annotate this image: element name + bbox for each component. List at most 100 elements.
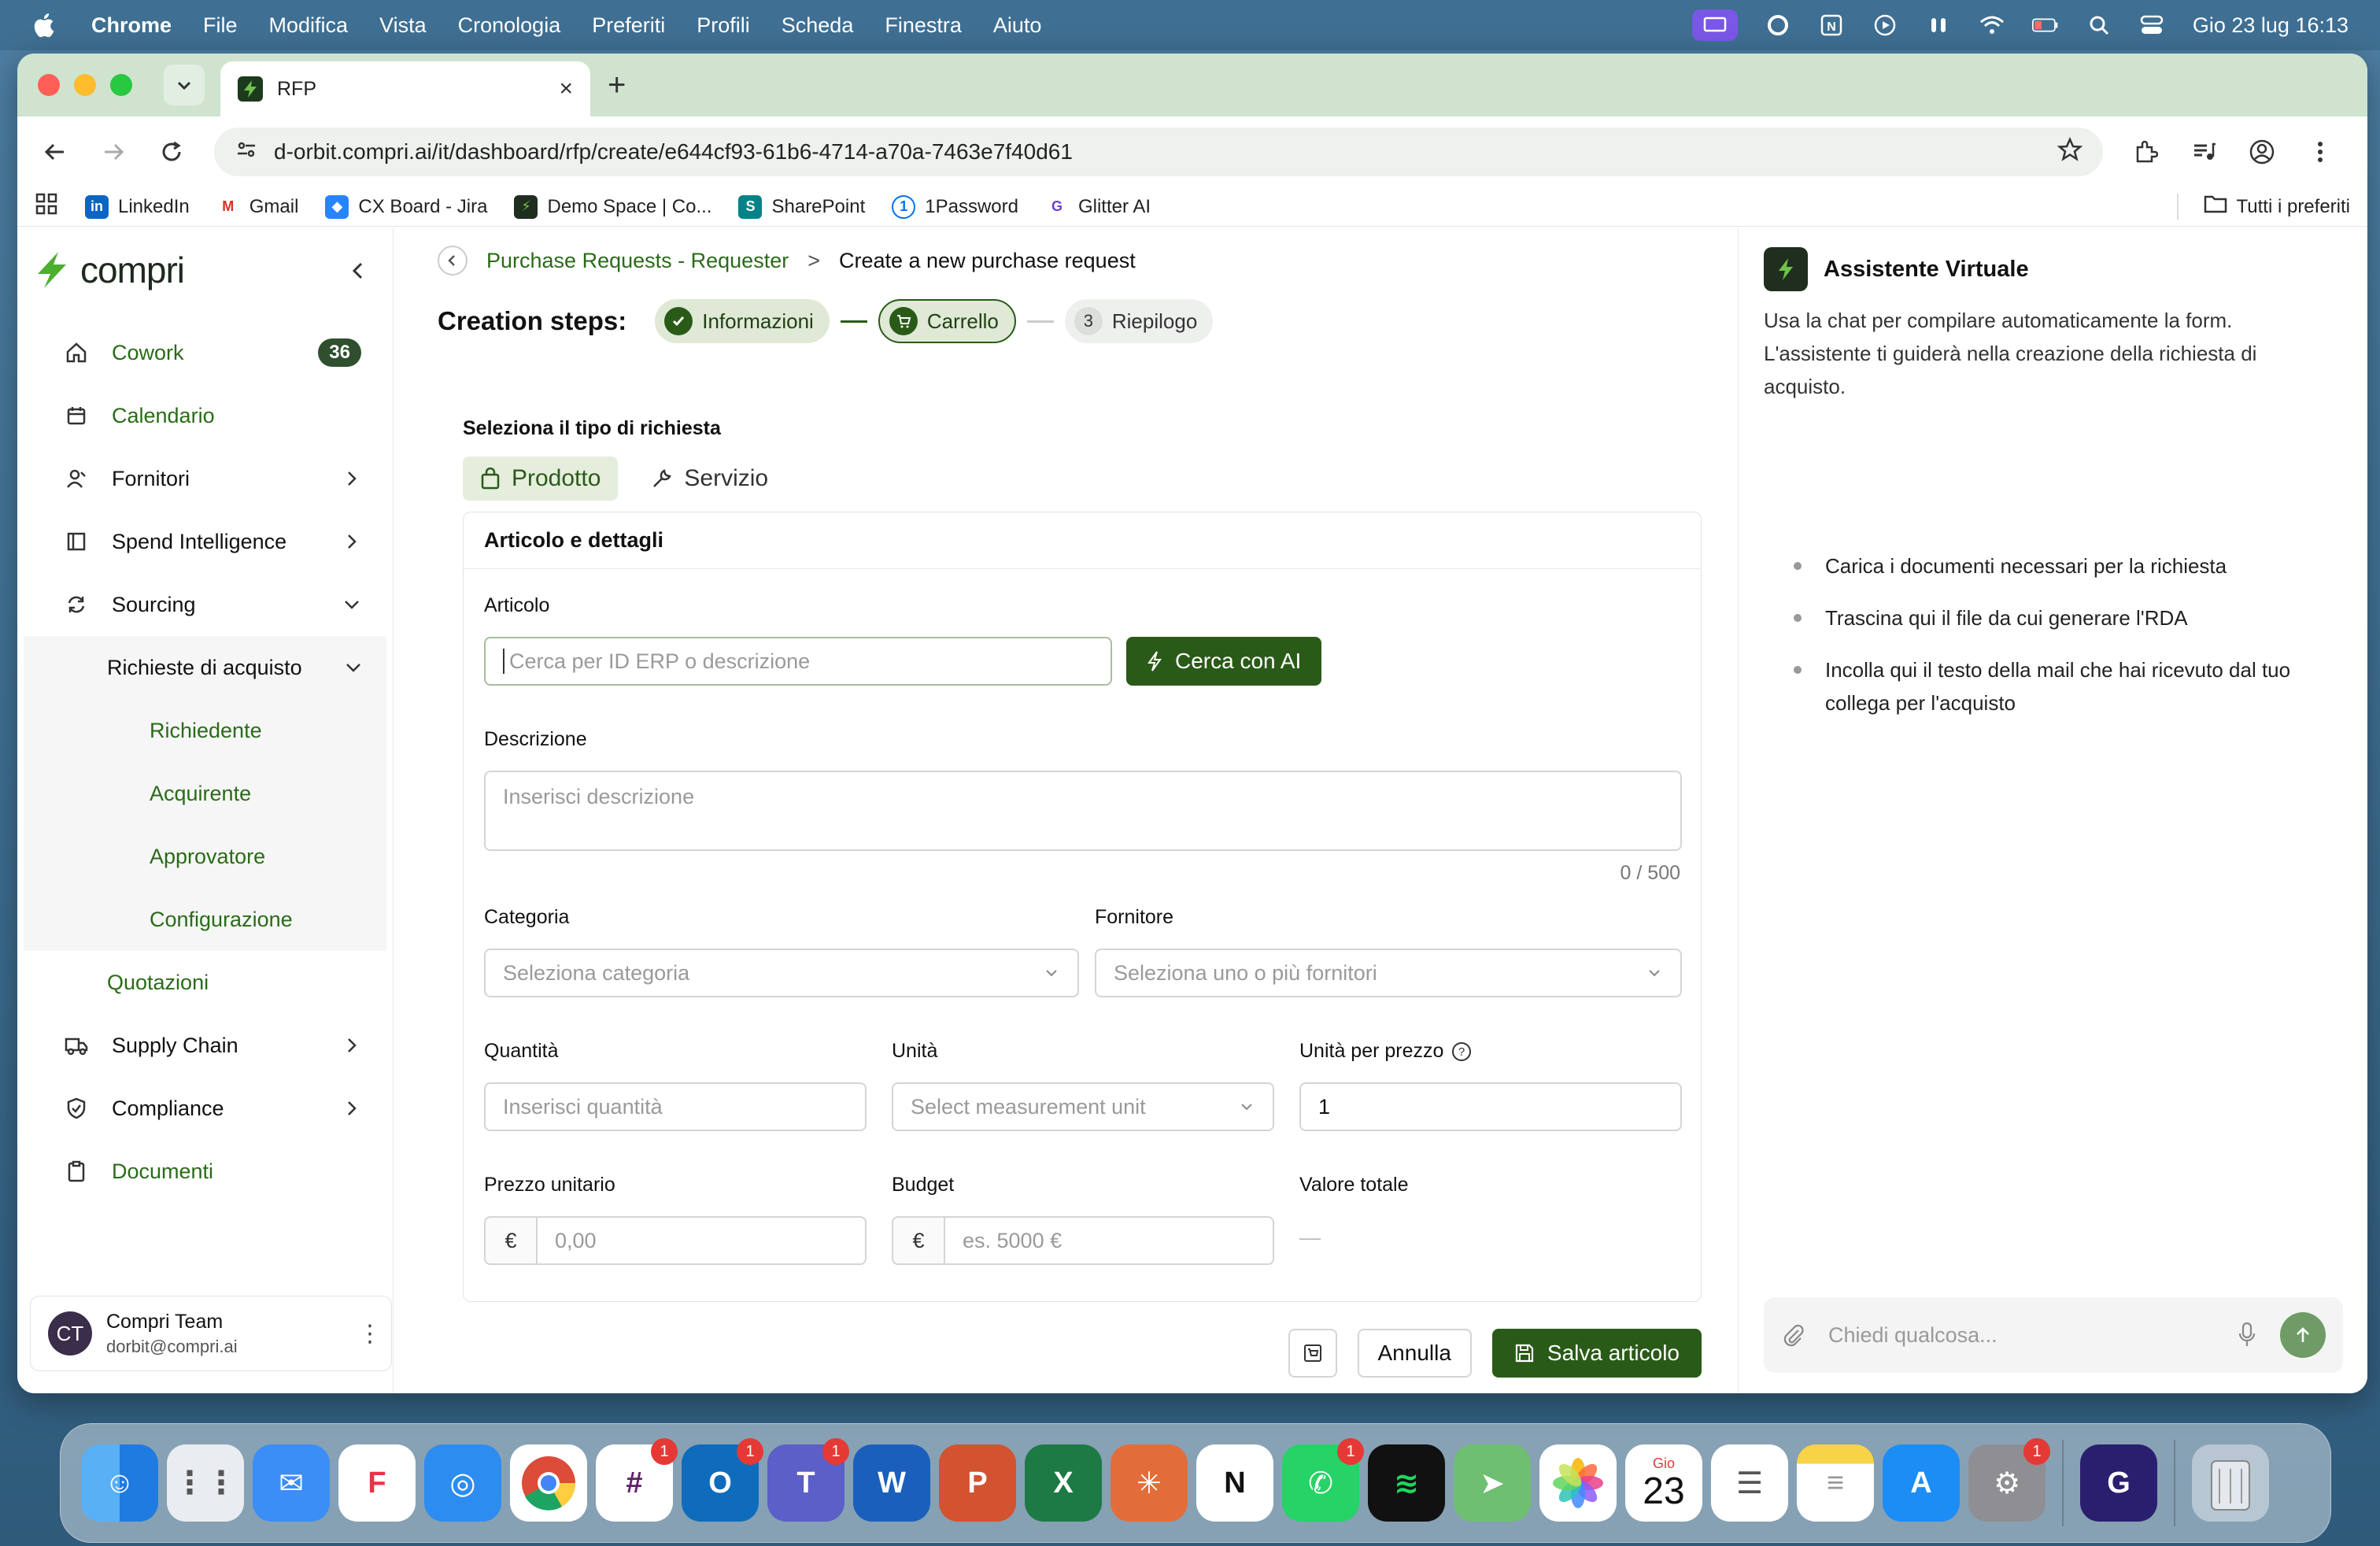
cancel-button[interactable]: Annulla xyxy=(1357,1329,1472,1378)
control-center-icon[interactable] xyxy=(2139,12,2166,39)
chrome-menu-icon[interactable] xyxy=(2304,136,2336,168)
system-settings-icon[interactable]: ⚙ 1 xyxy=(1968,1438,2050,1522)
app-store-icon[interactable]: A xyxy=(1883,1444,1960,1522)
categoria-select[interactable]: Seleziona categoria xyxy=(484,949,1079,997)
slack-icon[interactable]: #1 xyxy=(596,1438,678,1522)
sidebar-item-quotazioni[interactable]: Quotazioni xyxy=(17,951,393,1014)
microphone-icon[interactable] xyxy=(2238,1322,2256,1348)
step-carrello[interactable]: Carrello xyxy=(878,299,1016,343)
quantita-input[interactable]: Inserisci quantità xyxy=(484,1082,867,1131)
address-bar[interactable]: d-orbit.compri.ai/it/dashboard/rfp/creat… xyxy=(214,128,2103,176)
whatsapp-icon[interactable]: ✆ 1 xyxy=(1282,1438,1364,1522)
excel-icon[interactable]: X xyxy=(1025,1444,1102,1522)
tab-servizio[interactable]: Servizio xyxy=(634,457,785,501)
bookmark-linkedin[interactable]: in LinkedIn xyxy=(85,194,190,219)
paperclip-icon[interactable] xyxy=(1781,1322,1805,1348)
teams-icon[interactable]: T1 xyxy=(767,1438,849,1522)
all-bookmarks[interactable]: Tutti i preferiti xyxy=(2176,194,2350,220)
back-circle-icon[interactable] xyxy=(438,246,468,276)
glitter-ai-icon[interactable]: G xyxy=(2080,1444,2157,1522)
user-profile[interactable]: CT Compri Team dorbit@compri.ai ⋮ xyxy=(30,1296,392,1371)
menubar-clock[interactable]: Gio 23 lug 16:13 xyxy=(2193,13,2349,38)
menu-finestra[interactable]: Finestra xyxy=(885,13,962,38)
url-text[interactable]: d-orbit.compri.ai/it/dashboard/rfp/creat… xyxy=(274,139,2042,165)
reminders-icon[interactable]: ☰ xyxy=(1711,1444,1788,1522)
zoom-window-button[interactable] xyxy=(110,74,132,96)
airpods-icon[interactable] xyxy=(1925,12,1952,39)
compri-logo[interactable]: compri xyxy=(17,228,393,312)
sidebar-item-richieste-acquisto[interactable]: Richieste di acquisto xyxy=(24,636,386,699)
sidebar-item-supply-chain[interactable]: Supply Chain xyxy=(25,1014,385,1077)
word-icon[interactable]: W xyxy=(853,1444,930,1522)
apps-grid-icon[interactable] xyxy=(35,192,58,221)
more-vertical-icon[interactable]: ⋮ xyxy=(358,1320,382,1348)
screen-share-icon[interactable] xyxy=(1691,9,1738,41)
spotify-icon[interactable]: ≋ xyxy=(1368,1444,1445,1522)
profile-icon[interactable] xyxy=(2246,136,2278,168)
sidebar-item-documenti[interactable]: Documenti xyxy=(25,1140,385,1203)
sidebar-item-compliance[interactable]: Compliance xyxy=(25,1077,385,1140)
extensions-icon[interactable] xyxy=(2130,136,2161,168)
save-article-button[interactable]: Salva articolo xyxy=(1491,1329,1702,1378)
close-tab-icon[interactable]: × xyxy=(559,76,573,102)
apple-icon[interactable] xyxy=(31,12,55,39)
menu-profili[interactable]: Profili xyxy=(697,13,750,38)
maps-icon[interactable]: ➤ xyxy=(1454,1444,1531,1522)
office-app-icon[interactable]: F xyxy=(338,1444,416,1522)
articolo-search-input[interactable]: Cerca per ID ERP o descrizione xyxy=(484,637,1112,686)
breadcrumb-parent-link[interactable]: Purchase Requests - Requester xyxy=(486,249,789,273)
sidebar-item-fornitori[interactable]: Fornitori xyxy=(25,447,385,510)
step-riepilogo[interactable]: 3 Riepilogo xyxy=(1064,299,1214,343)
bookmark-glitter[interactable]: G Glitter AI xyxy=(1044,194,1151,219)
bookmark-jira[interactable]: ◆ CX Board - Jira xyxy=(325,194,487,219)
bookmark-sharepoint[interactable]: S SharePoint xyxy=(738,194,865,219)
help-circle-icon[interactable]: ? xyxy=(1451,1041,1472,1062)
budget-input[interactable]: es. 5000 € xyxy=(944,1216,1274,1265)
calendar-app-icon[interactable]: Gio 23 xyxy=(1625,1444,1702,1522)
menu-modifica[interactable]: Modifica xyxy=(269,13,349,38)
bookmark-demo-space[interactable]: ⚡ Demo Space | Co... xyxy=(514,194,711,219)
step-informazioni[interactable]: Informazioni xyxy=(655,299,830,343)
new-tab-icon[interactable]: + xyxy=(608,68,639,102)
sidebar-item-richiedente[interactable]: Richiedente xyxy=(24,699,386,762)
menu-cronologia[interactable]: Cronologia xyxy=(458,13,561,38)
menu-file[interactable]: File xyxy=(203,13,238,38)
battery-icon[interactable] xyxy=(2031,12,2059,39)
close-window-button[interactable] xyxy=(38,74,60,96)
powerpoint-icon[interactable]: P xyxy=(939,1444,1016,1522)
bookmark-star-icon[interactable] xyxy=(2057,136,2083,168)
tab-search-button[interactable] xyxy=(164,65,205,105)
sidebar-item-acquirente[interactable]: Acquirente xyxy=(24,762,386,825)
outlook-icon[interactable]: O1 xyxy=(682,1438,763,1522)
fornitore-select[interactable]: Seleziona uno o più fornitori xyxy=(1095,949,1682,997)
finder-icon[interactable]: ☺ xyxy=(81,1444,158,1522)
view-cart-button[interactable] xyxy=(1288,1329,1337,1378)
tab-prodotto[interactable]: Prodotto xyxy=(463,457,619,501)
safari-icon[interactable]: ◎ xyxy=(424,1444,501,1522)
bookmark-1password[interactable]: 1 1Password xyxy=(892,194,1018,219)
chrome-icon[interactable] xyxy=(510,1444,587,1522)
back-icon[interactable] xyxy=(39,136,71,168)
bookmark-gmail[interactable]: M Gmail xyxy=(216,194,298,219)
browser-tab-rfp[interactable]: RFP × xyxy=(220,61,590,117)
mail-icon[interactable]: ✉ xyxy=(253,1444,330,1522)
notion-icon[interactable]: N xyxy=(1196,1444,1273,1522)
trash-icon[interactable] xyxy=(2192,1444,2269,1522)
descrizione-textarea[interactable]: Inserisci descrizione xyxy=(484,771,1682,851)
notion-tray-icon[interactable]: N xyxy=(1818,12,1845,39)
sidebar-item-calendario[interactable]: Calendario xyxy=(25,384,385,447)
menu-vista[interactable]: Vista xyxy=(379,13,427,38)
wifi-icon[interactable] xyxy=(1979,12,2005,39)
menu-scheda[interactable]: Scheda xyxy=(782,13,854,38)
collapse-sidebar-icon[interactable] xyxy=(347,260,369,282)
photos-icon[interactable] xyxy=(1539,1444,1617,1522)
site-info-icon[interactable] xyxy=(235,138,258,167)
notes-icon[interactable]: ≡ xyxy=(1797,1444,1874,1522)
sidebar-item-cowork[interactable]: Cowork 36 xyxy=(25,321,385,384)
send-button[interactable] xyxy=(2280,1312,2326,1358)
play-icon[interactable] xyxy=(1872,12,1898,39)
sidebar-item-configurazione[interactable]: Configurazione xyxy=(24,888,386,951)
sidebar-item-sourcing[interactable]: Sourcing xyxy=(25,573,385,636)
prezzo-unitario-input[interactable]: 0,00 xyxy=(536,1216,867,1265)
menu-preferiti[interactable]: Preferiti xyxy=(592,13,665,38)
